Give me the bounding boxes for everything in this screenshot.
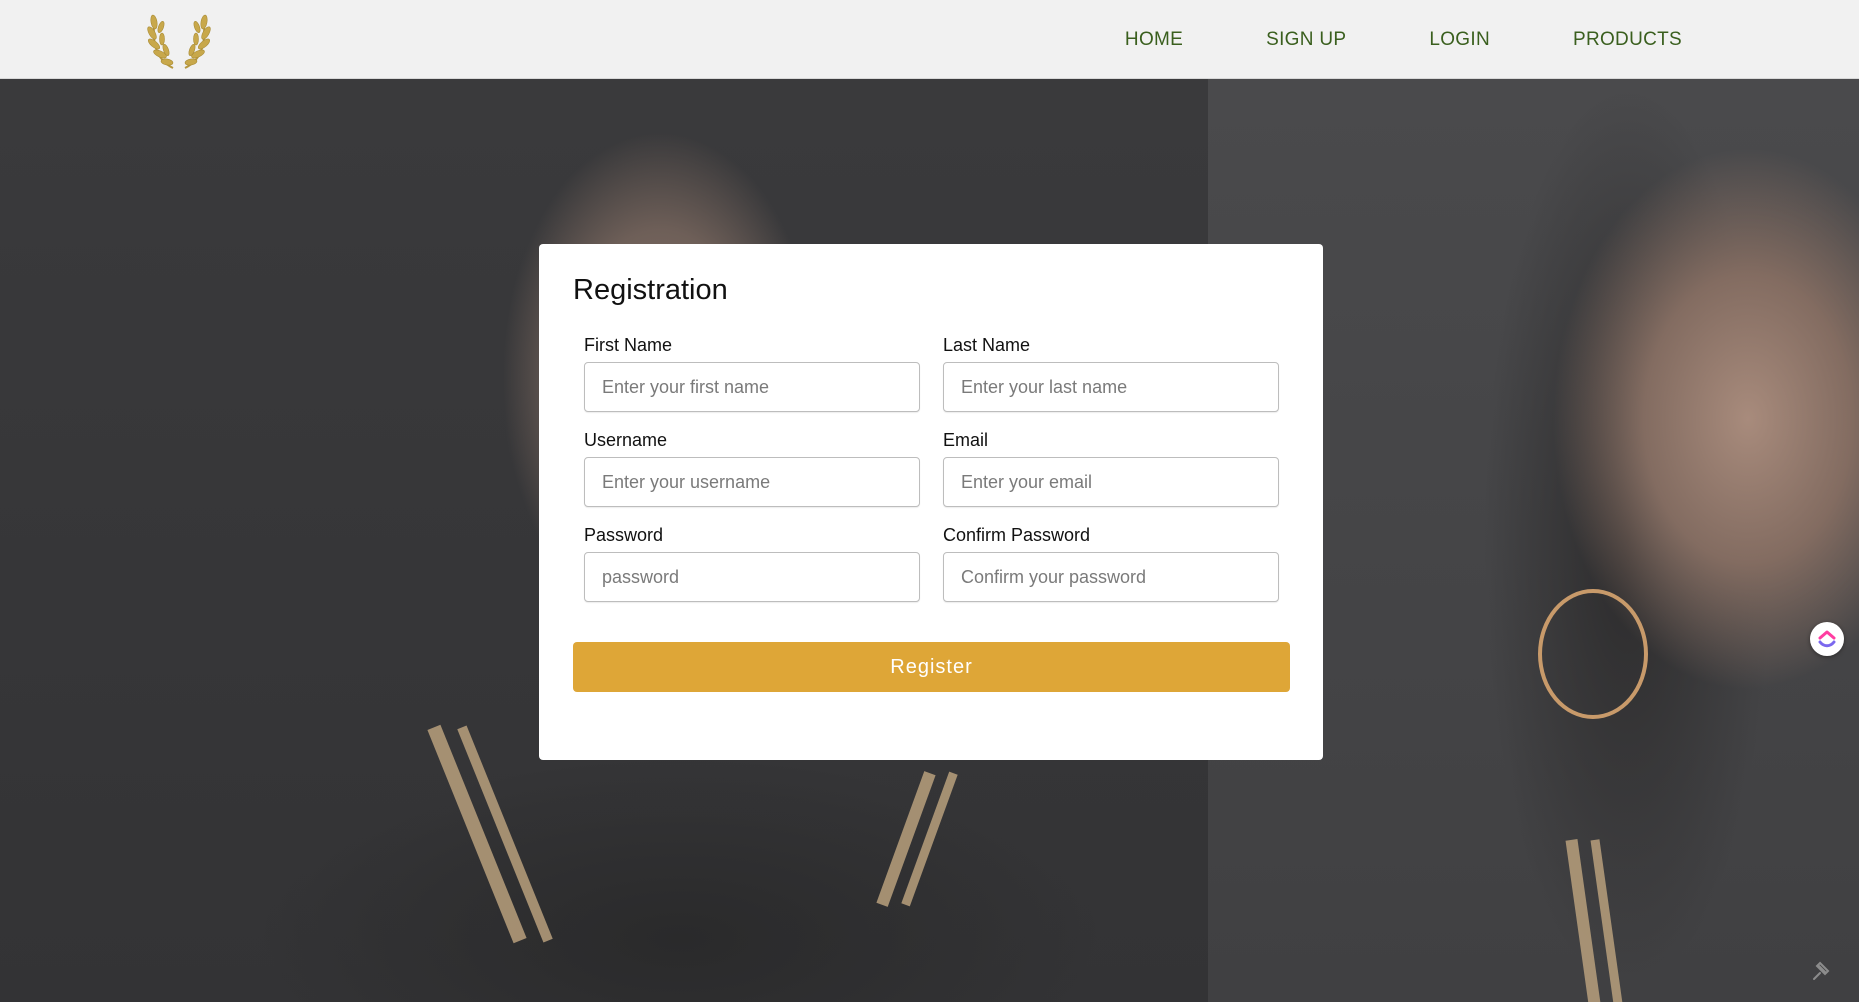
laurel-wreath-icon[interactable]: [143, 8, 215, 72]
first-name-input[interactable]: [584, 362, 920, 412]
hoop-earring: [1538, 589, 1648, 719]
nav-home-link[interactable]: HOME: [1125, 29, 1183, 51]
last-name-input[interactable]: [943, 362, 1279, 412]
registration-form: First Name Last Name Username Email Pass…: [584, 335, 1289, 602]
page: HOME SIGN UP LOGIN PRODUCTS Registration…: [0, 0, 1859, 1002]
nav-login-link[interactable]: LOGIN: [1429, 29, 1490, 51]
site-header: HOME SIGN UP LOGIN PRODUCTS: [0, 0, 1859, 79]
registration-card: Registration First Name Last Name Userna…: [539, 244, 1323, 760]
pin-icon[interactable]: [1806, 955, 1836, 985]
username-field-group: Username: [584, 430, 920, 507]
clickup-logo-icon[interactable]: [1810, 622, 1844, 656]
registration-title: Registration: [573, 274, 728, 306]
confirm-password-input[interactable]: [943, 552, 1279, 602]
username-input[interactable]: [584, 457, 920, 507]
confirm-password-field-group: Confirm Password: [943, 525, 1279, 602]
email-field-group: Email: [943, 430, 1279, 507]
email-label: Email: [943, 430, 989, 450]
nav-signup-link[interactable]: SIGN UP: [1266, 29, 1346, 51]
confirm-password-label: Confirm Password: [943, 525, 1091, 545]
register-button[interactable]: Register: [573, 642, 1290, 692]
password-field-group: Password: [584, 525, 920, 602]
main-nav: HOME SIGN UP LOGIN PRODUCTS: [1125, 0, 1682, 79]
nav-products-link[interactable]: PRODUCTS: [1573, 29, 1682, 51]
first-name-label: First Name: [584, 335, 673, 355]
password-input[interactable]: [584, 552, 920, 602]
first-name-field-group: First Name: [584, 335, 920, 412]
email-input[interactable]: [943, 457, 1279, 507]
last-name-field-group: Last Name: [943, 335, 1279, 412]
username-label: Username: [584, 430, 668, 450]
password-label: Password: [584, 525, 664, 545]
last-name-label: Last Name: [943, 335, 1031, 355]
